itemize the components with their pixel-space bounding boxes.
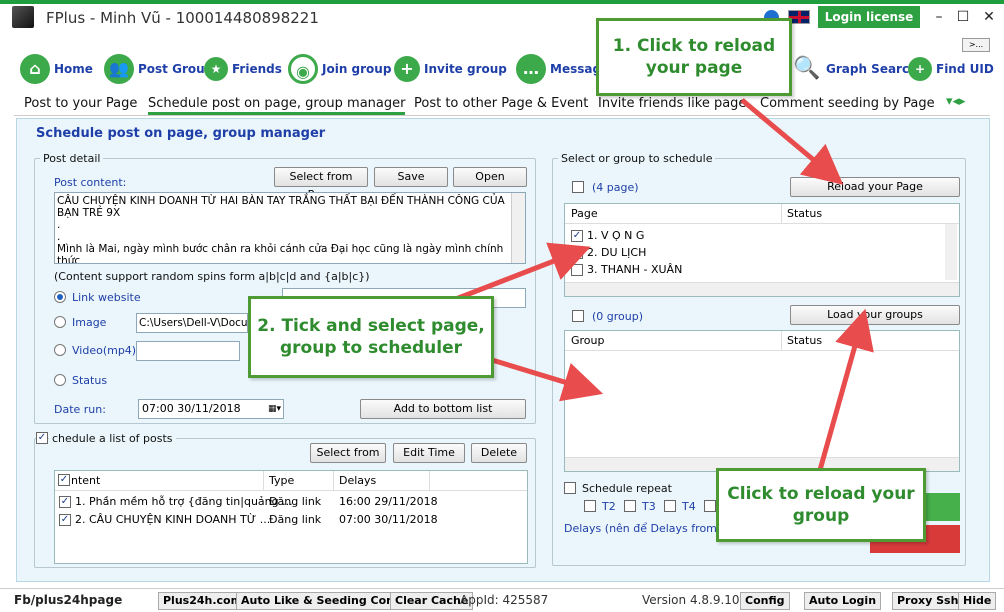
arrow-to-page-list — [447, 242, 591, 305]
auto-like-seeding-button[interactable]: Auto Like & Seeding Com... — [236, 592, 416, 610]
proxy-ssh-button[interactable]: Proxy Ssh — [892, 592, 964, 610]
arrow-to-group-list — [491, 357, 604, 402]
arrow-to-load-groups — [817, 308, 874, 471]
plus24h-button[interactable]: Plus24h.com — [158, 592, 248, 610]
arrow-to-reload-page — [740, 98, 844, 185]
fb-page-label: Fb/plus24hpage — [14, 593, 123, 607]
callout-reload-page: 1. Click to reload your page — [596, 18, 792, 96]
app-id: AppId: 425587 — [460, 593, 549, 607]
callout-reload-group: Click to reload your group — [716, 468, 926, 542]
callout-tick-select: 2. Tick and select page, group to schedu… — [248, 296, 494, 378]
auto-login-button[interactable]: Auto Login — [804, 592, 882, 610]
config-button[interactable]: Config — [740, 592, 790, 610]
version-label: Version 4.8.9.10 — [642, 593, 740, 607]
hide-button[interactable]: Hide — [958, 592, 997, 610]
